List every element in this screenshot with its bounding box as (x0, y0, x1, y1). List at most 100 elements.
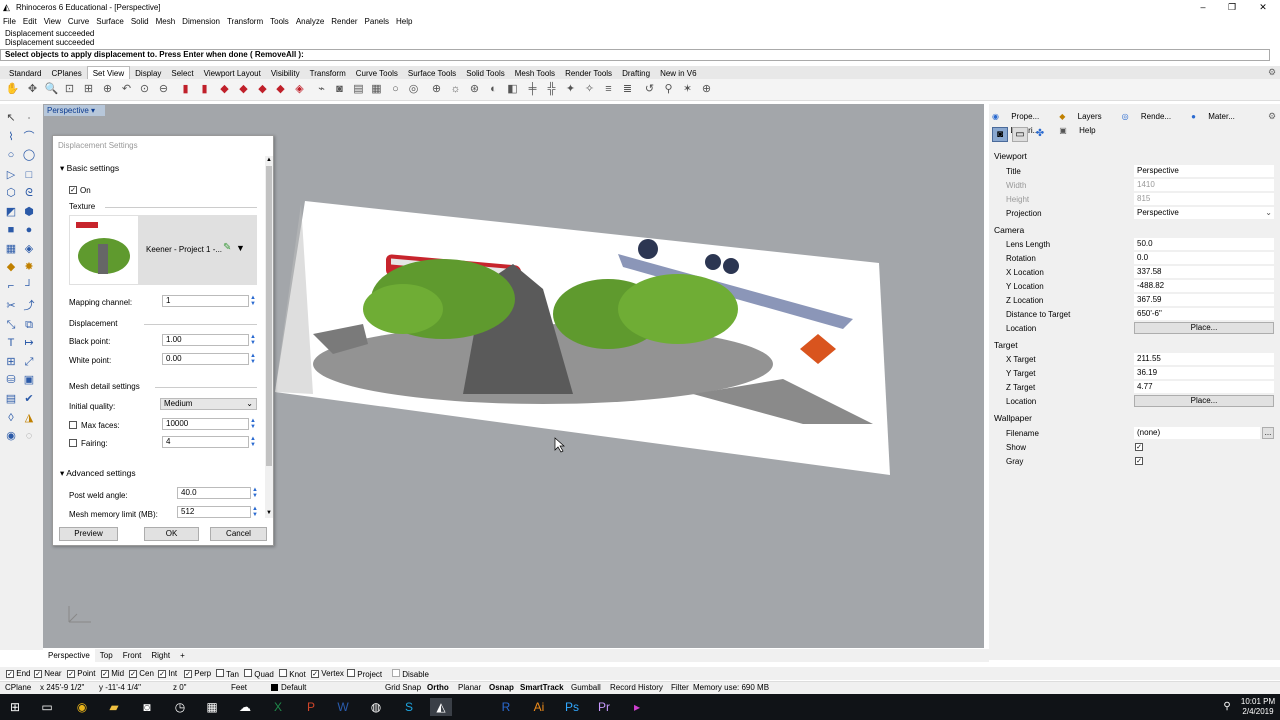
app-icon[interactable]: ▸ (628, 698, 646, 716)
curve-icon[interactable]: ⌒ (21, 129, 37, 145)
menu-render[interactable]: Render (328, 15, 360, 28)
copy-icon[interactable]: ⧉ (21, 317, 37, 333)
shade-icon[interactable]: ◐ (486, 82, 501, 97)
filter-toggle[interactable]: Filter (671, 683, 689, 692)
xloc-field[interactable]: 337.58 (1134, 266, 1274, 278)
view-bottom-icon[interactable]: ▮ (197, 82, 212, 97)
undo-view-icon[interactable]: ↶ (119, 82, 134, 97)
menu-help[interactable]: Help (393, 15, 415, 28)
freeform-icon[interactable]: ᘓ (21, 185, 37, 201)
tab-set-view[interactable]: Set View (86, 66, 131, 80)
preview-button[interactable]: Preview (59, 527, 118, 541)
extend-icon[interactable]: ┘ (21, 278, 37, 294)
osnap-disable[interactable]: Disable (392, 669, 429, 679)
menu-mesh[interactable]: Mesh (153, 15, 179, 28)
collapse-chevron-icon[interactable]: ▾ (60, 163, 64, 173)
fillet-icon[interactable]: ⌐ (3, 278, 19, 294)
photos-icon[interactable]: ☁ (236, 698, 254, 716)
tab-front[interactable]: Front (118, 649, 147, 662)
file-explorer-icon[interactable]: ▰ (105, 698, 123, 716)
check-icon[interactable]: ✔ (21, 391, 37, 407)
network-icon[interactable]: ⚲ (1218, 698, 1236, 716)
post-weld-spinner[interactable]: ▲ ▼ (251, 487, 259, 499)
material-icon[interactable]: ◉ (3, 428, 19, 444)
projection-select[interactable]: Perspective ⌄ (1134, 207, 1274, 219)
mesh-icon[interactable]: ▦ (3, 241, 19, 257)
max-faces-input[interactable]: 10000 (162, 418, 249, 430)
ellipse-icon[interactable]: ◯ (21, 147, 37, 163)
osnap-knot[interactable]: Knot (279, 669, 306, 679)
zoom-selected-icon[interactable]: ⊕ (100, 82, 115, 97)
align-icon[interactable]: ╪ (525, 82, 540, 97)
block-icon[interactable]: ▣ (21, 372, 37, 388)
camera-place-button[interactable]: Place... (1134, 322, 1274, 334)
cplane-label[interactable]: CPlane (5, 683, 31, 692)
polyline-icon[interactable]: ⌇ (3, 129, 19, 145)
trim-icon[interactable]: ✂ (3, 298, 19, 314)
ok-button[interactable]: OK (144, 527, 199, 541)
mesh-box-icon[interactable]: ◈ (21, 241, 37, 257)
excel-icon[interactable]: X (269, 698, 287, 716)
rhino-taskbar-icon[interactable]: ◭ (430, 698, 452, 716)
current-layer[interactable]: Default (281, 683, 306, 692)
osnap-near[interactable]: ✓ Near (34, 669, 62, 678)
sphere-render-icon[interactable]: ✤ (1032, 127, 1048, 142)
box-icon[interactable]: ■ (3, 222, 19, 238)
view-left-icon[interactable]: ◆ (217, 82, 232, 97)
osnap-point[interactable]: ✓ Point (67, 669, 95, 678)
zloc-field[interactable]: 367.59 (1134, 294, 1274, 306)
menu-surface[interactable]: Surface (93, 15, 127, 28)
add-viewport-tab-icon[interactable]: + (175, 649, 190, 662)
tab-perspective[interactable]: Perspective (43, 649, 95, 662)
show-checkbox[interactable]: ✓ (1135, 443, 1143, 451)
group-icon[interactable]: ⛁ (3, 372, 19, 388)
set-camera-icon[interactable]: ⌁ (314, 82, 329, 97)
grid-snap-toggle[interactable]: Grid Snap (385, 683, 421, 692)
polygon-icon[interactable]: ⬡ (3, 185, 19, 201)
analyze-icon[interactable]: ◊ (3, 410, 19, 426)
osnap-mid-checkbox[interactable]: ✓ (101, 670, 109, 678)
camera-icon[interactable]: ◙ (332, 82, 347, 97)
view-right-icon[interactable]: ◆ (236, 82, 251, 97)
menu-analyze[interactable]: Analyze (293, 15, 327, 28)
post-weld-input[interactable]: 40.0 (177, 487, 251, 499)
menu-transform[interactable]: Transform (224, 15, 266, 28)
steam-icon[interactable]: ◍ (367, 698, 385, 716)
arc-icon[interactable]: ▷ (3, 167, 19, 183)
black-point-spinner[interactable]: ▲ ▼ (249, 334, 257, 346)
walk-icon[interactable]: ⚲ (661, 82, 676, 97)
osnap-toggle[interactable]: Osnap (489, 683, 514, 692)
axis-icon[interactable]: ✧ (582, 82, 597, 97)
ytarget-field[interactable]: 36.19 (1134, 367, 1274, 379)
viewport-title-tab[interactable]: Perspective ▾ (44, 105, 105, 116)
loft-icon[interactable]: ⬢ (21, 204, 37, 220)
view-perspective-icon[interactable]: ◈ (292, 82, 307, 97)
menu-edit[interactable]: Edit (20, 15, 40, 28)
light-icon[interactable]: ○ (388, 82, 403, 97)
view-top-icon[interactable]: ▮ (178, 82, 193, 97)
circle-icon[interactable]: ○ (3, 147, 19, 163)
dimension-icon[interactable]: ↦ (21, 335, 37, 351)
minimize-icon[interactable]: – (1193, 1, 1213, 14)
osnap-near-checkbox[interactable]: ✓ (34, 670, 42, 678)
fairing-input[interactable]: 4 (162, 436, 249, 448)
boolean-icon[interactable]: ◆ (3, 259, 19, 275)
osnap-end[interactable]: ✓ End (6, 669, 30, 678)
cplane-world-icon[interactable]: ≣ (620, 82, 635, 97)
osnap-tan-checkbox[interactable] (216, 669, 224, 677)
globe-icon[interactable]: ⊕ (699, 82, 714, 97)
white-point-spinner[interactable]: ▲ ▼ (249, 353, 257, 365)
fairing-checkbox[interactable] (69, 439, 77, 447)
chevron-down-icon[interactable]: ▾ (91, 106, 95, 115)
windows-start-icon[interactable]: ⊞ (6, 698, 24, 716)
browse-button[interactable]: ... (1262, 427, 1274, 439)
zoom-in-icon[interactable]: ⊙ (137, 82, 152, 97)
max-faces-checkbox[interactable] (69, 421, 77, 429)
cplane-icon[interactable]: ⊕ (429, 82, 444, 97)
layer-icon[interactable]: ▤ (3, 391, 19, 407)
dropdown-arrow-icon[interactable]: ▼ (236, 243, 245, 253)
premiere-icon[interactable]: Pr (595, 698, 613, 716)
split-icon[interactable]: ⤴ (21, 298, 37, 314)
texture-thumbnail[interactable] (70, 216, 138, 284)
menu-file[interactable]: File (0, 15, 19, 28)
